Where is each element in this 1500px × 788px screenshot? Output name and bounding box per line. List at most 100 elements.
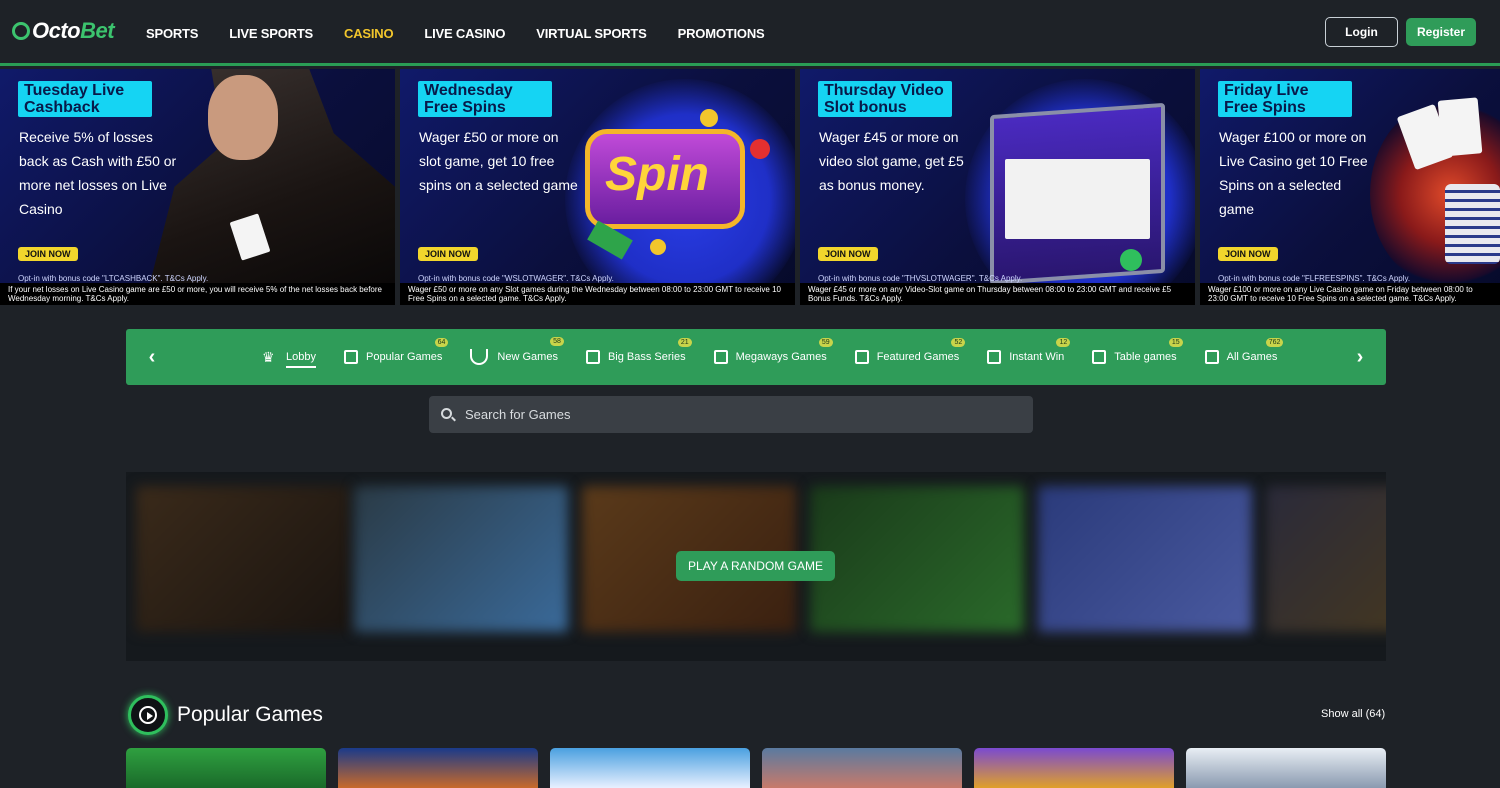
chip-stack-image [1445,184,1500,264]
game-tile[interactable] [126,748,326,788]
crown-icon: ♛ [262,349,275,365]
banner-optin-text: Opt-in with bonus code "FLFREESPINS". T&… [1218,274,1411,283]
banner-terms-text: Wager £100 or more on any Live Casino ga… [1200,283,1500,305]
game-tile[interactable] [550,748,750,788]
nav-live-sports[interactable]: LIVE SPORTS [229,26,313,41]
category-popular-games[interactable]: Popular Games 64 [343,338,449,364]
slot-reels-image [1005,159,1150,239]
banner-terms-text: If your net losses on Live Casino game a… [0,283,395,305]
blurred-game-tile [136,486,350,632]
search-icon [441,408,452,419]
banner-terms-text: Wager £45 or more on any Video-Slot game… [800,283,1195,305]
play-random-game-button[interactable]: PLAY A RANDOM GAME [676,551,835,581]
count-badge: 58 [550,337,564,346]
category-all-games[interactable]: All Games 762 [1204,338,1284,364]
dealer-face-image [208,75,278,160]
horseshoe-icon [470,349,489,365]
chevron-right-icon[interactable]: › [1340,329,1380,385]
category-label: Popular Games [365,351,443,363]
count-badge: 762 [1265,338,1284,347]
banner-description: Receive 5% of losses back as Cash with £… [19,129,177,217]
login-button[interactable]: Login [1325,17,1398,47]
category-instant-win[interactable]: Instant Win 12 [987,338,1071,364]
join-now-button[interactable]: JOIN NOW [1218,247,1278,261]
game-tile[interactable] [1186,748,1386,788]
banner-description: Wager £45 or more on video slot game, ge… [819,129,964,193]
game-tile[interactable] [762,748,962,788]
category-label: Featured Games [876,351,960,363]
spin-button-image [1120,249,1142,271]
chevron-left-icon[interactable]: ‹ [132,329,172,385]
category-new-games[interactable]: New Games 58 [470,337,564,365]
spin-logo-text-image: Spin [605,148,709,201]
category-label: Table games [1114,351,1177,363]
banner-optin-text: Opt-in with bonus code "WSLOTWAGER". T&C… [418,274,614,283]
category-label: Lobby [286,351,316,368]
count-badge: 64 [434,338,449,347]
join-now-button[interactable]: JOIN NOW [18,247,78,261]
show-all-link[interactable]: Show all (64) [1321,708,1385,720]
count-badge: 59 [818,338,833,347]
promo-banner-tuesday[interactable]: Tuesday Live Cashback Receive 5% of loss… [0,69,395,305]
blurred-game-tile [810,486,1024,632]
top-navigation-bar: Octo Bet SPORTS LIVE SPORTS CASINO LIVE C… [0,0,1500,66]
count-badge: 52 [951,338,966,347]
join-now-button[interactable]: JOIN NOW [418,247,478,261]
game-tile[interactable] [338,748,538,788]
register-button[interactable]: Register [1406,18,1476,46]
join-now-button[interactable]: JOIN NOW [818,247,878,261]
category-list: ♛ Lobby Popular Games 64 New Games 58 Bi… [262,329,1305,385]
grid-icon [713,350,728,364]
nav-sports[interactable]: SPORTS [146,26,198,41]
main-nav: SPORTS LIVE SPORTS CASINO LIVE CASINO VI… [146,0,795,66]
play-circle-icon [128,695,168,735]
banner-description: Wager £100 or more on Live Casino get 10… [1219,129,1368,217]
count-badge: 12 [1056,338,1071,347]
section-title: Popular Games [177,703,323,726]
promo-banner-thursday[interactable]: Thursday Video Slot bonus Wager £45 or m… [800,69,1195,305]
count-badge: 21 [677,338,692,347]
grid-icon [987,350,1002,364]
banner-terms-text: Wager £50 or more on any Slot games duri… [400,283,795,305]
banner-optin-text: Opt-in with bonus code "LTCASHBACK". T&C… [18,274,209,283]
promo-banner-carousel: Tuesday Live Cashback Receive 5% of loss… [0,69,1500,305]
category-label: Megaways Games [735,351,827,363]
playing-card-image [1437,97,1483,157]
game-category-bar: ‹ ♛ Lobby Popular Games 64 New Games 58 … [126,329,1386,385]
banner-optin-text: Opt-in with bonus code "THVSLOTWAGER". T… [818,274,1023,283]
grid-icon [1092,350,1107,364]
game-tile[interactable] [974,748,1174,788]
blurred-game-tile [1266,486,1386,632]
category-megaways-games[interactable]: Megaways Games 59 [713,338,833,364]
category-label: All Games [1226,351,1278,363]
nav-casino[interactable]: CASINO [344,26,394,41]
play-icon [139,706,157,724]
category-big-bass-series[interactable]: Big Bass Series 21 [585,338,692,364]
game-search [429,396,1033,433]
nav-virtual-sports[interactable]: VIRTUAL SPORTS [536,26,647,41]
promo-banner-friday[interactable]: Friday Live Free Spins Wager £100 or mor… [1200,69,1500,305]
coin-image [700,109,718,127]
category-featured-games[interactable]: Featured Games 52 [854,338,966,364]
category-lobby[interactable]: ♛ Lobby [262,346,316,368]
grid-icon [343,350,358,364]
logo-text-suffix: Bet [80,18,115,43]
banner-title: Thursday Video Slot bonus [818,81,952,117]
banner-title: Tuesday Live Cashback [18,81,152,117]
category-label: Big Bass Series [607,351,686,363]
count-badge: 15 [1168,338,1183,347]
category-label: New Games [497,351,558,363]
banner-title: Friday Live Free Spins [1218,81,1352,117]
blurred-game-tile [1038,486,1252,632]
logo-text-prefix: Octo [32,18,81,43]
promo-banner-wednesday[interactable]: Spin Wednesday Free Spins Wager £50 or m… [400,69,795,305]
nav-promotions[interactable]: PROMOTIONS [678,26,765,41]
grid-icon [585,350,600,364]
nav-live-casino[interactable]: LIVE CASINO [424,26,505,41]
octobet-logo[interactable]: Octo Bet [12,18,115,44]
category-table-games[interactable]: Table games 15 [1092,338,1183,364]
banner-title: Wednesday Free Spins [418,81,552,117]
search-input[interactable] [465,396,1025,433]
banner-description: Wager £50 or more on slot game, get 10 f… [419,129,578,193]
blurred-game-tile [354,486,568,632]
